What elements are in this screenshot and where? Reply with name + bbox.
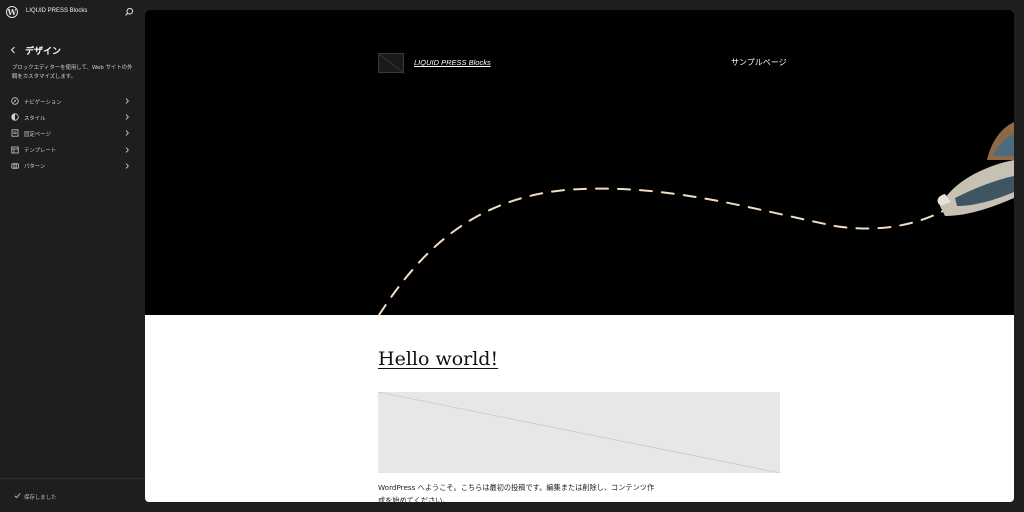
design-nav-list: ナビゲーション スタイル 固定ページ テンプレート パターン bbox=[0, 93, 145, 174]
nav-item-patterns[interactable]: パターン bbox=[0, 158, 145, 174]
patterns-icon bbox=[11, 163, 19, 169]
nav-item-styles[interactable]: スタイル bbox=[0, 109, 145, 125]
placeholder-diagonal-icon bbox=[378, 53, 406, 75]
hero-illustration bbox=[378, 122, 1014, 315]
nav-item-label: 固定ページ bbox=[24, 131, 51, 138]
chevron-right-icon bbox=[125, 162, 129, 169]
chevron-right-icon bbox=[125, 130, 129, 137]
saved-status: 保存しました bbox=[24, 494, 57, 501]
chevron-right-icon bbox=[125, 114, 129, 120]
nav-item-navigation[interactable]: ナビゲーション bbox=[0, 93, 145, 109]
dashed-flight-path bbox=[378, 187, 951, 315]
post-title[interactable]: Hello world! bbox=[378, 348, 498, 370]
sidebar-footer: 保存しました bbox=[0, 478, 145, 512]
site-editor-sidebar: W LIQUID PRESS Blocks デザイン ブロックエディターを使用し… bbox=[0, 0, 145, 512]
pages-icon bbox=[11, 129, 19, 137]
site-title[interactable]: LIQUID PRESS Blocks bbox=[26, 8, 87, 14]
panel-description: ブロックエディターを使用して、Web サイトの外観をカスタマイズします。 bbox=[12, 65, 133, 80]
featured-image-placeholder[interactable] bbox=[377, 391, 781, 474]
back-chevron-icon[interactable] bbox=[8, 45, 18, 55]
template-icon bbox=[11, 146, 19, 153]
nav-item-templates[interactable]: テンプレート bbox=[0, 142, 145, 158]
navigation-icon bbox=[11, 97, 19, 105]
site-header-cover[interactable]: LIQUID PRESS Blocks サンプルページ bbox=[145, 10, 1014, 315]
sidebar-header: W LIQUID PRESS Blocks bbox=[0, 0, 145, 26]
styles-icon bbox=[11, 113, 19, 121]
nav-item-label: パターン bbox=[24, 164, 46, 171]
wordpress-logo-icon[interactable]: W bbox=[6, 6, 18, 18]
post-excerpt: WordPress へようこそ。こちらは最初の投稿です。編集または削除し、コンテ… bbox=[378, 483, 655, 502]
chevron-right-icon bbox=[125, 146, 129, 153]
nav-item-pages[interactable]: 固定ページ bbox=[0, 125, 145, 141]
search-icon[interactable] bbox=[124, 7, 134, 17]
bird-illustration bbox=[937, 122, 1014, 216]
nav-item-label: ナビゲーション bbox=[24, 99, 62, 106]
check-icon bbox=[14, 493, 21, 499]
site-logo-placeholder[interactable] bbox=[378, 53, 406, 75]
hero-site-title[interactable]: LIQUID PRESS Blocks bbox=[414, 58, 491, 67]
nav-link-sample-page[interactable]: サンプルページ bbox=[731, 57, 787, 68]
nav-item-label: テンプレート bbox=[24, 148, 57, 155]
nav-item-label: スタイル bbox=[24, 115, 46, 122]
placeholder-diagonal-icon bbox=[377, 391, 781, 474]
panel-title: デザイン bbox=[25, 47, 62, 57]
chevron-right-icon bbox=[125, 98, 129, 104]
editor-canvas[interactable]: LIQUID PRESS Blocks サンプルページ Hello world!… bbox=[145, 10, 1014, 502]
